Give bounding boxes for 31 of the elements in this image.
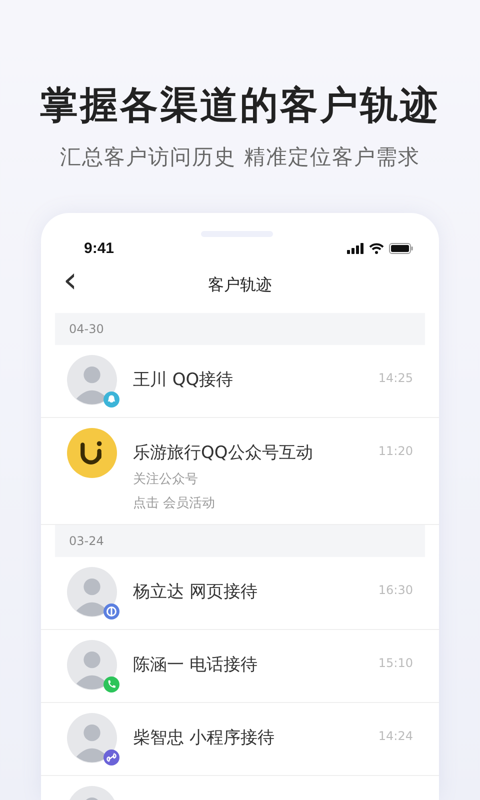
date-header: 04-30: [55, 313, 425, 345]
status-time: 9:41: [84, 240, 114, 256]
avatar-silhouette: [67, 713, 117, 763]
record-time: 11:20: [378, 443, 413, 458]
wifi-icon: [369, 242, 384, 254]
record-title: 王川 QQ接待: [133, 369, 234, 391]
record-title: 乐游旅行QQ公众号互动: [133, 442, 314, 464]
headline: 掌握各渠道的客户轨迹: [40, 82, 440, 129]
record-title: 陈涵一 电话接待: [133, 654, 258, 676]
signal-icon: [347, 242, 364, 254]
record-time: 15:10: [378, 655, 413, 670]
visit-record[interactable]: 王川 QQ接待 14:25: [41, 345, 439, 418]
visit-record[interactable]: 陈涵一 电话接待 15:10: [41, 630, 439, 703]
visit-record[interactable]: 柴智忠 小程序接待 14:24: [41, 703, 439, 776]
record-detail: 关注公众号: [133, 471, 199, 488]
back-button[interactable]: ‹: [59, 263, 82, 299]
record-title: 柴智忠 小程序接待: [133, 727, 276, 749]
avatar-silhouette: [67, 567, 117, 617]
record-detail: 点击 会员活动: [133, 495, 216, 512]
record-title: 杨立达 网页接待: [133, 581, 258, 603]
record-time: 14:25: [378, 370, 413, 385]
record-time: 16:30: [378, 582, 413, 597]
record-time: 14:24: [378, 728, 413, 743]
date-header: 03-24: [55, 525, 425, 557]
page-title: 客户轨迹: [208, 274, 272, 296]
avatar-silhouette: [67, 640, 117, 690]
avatar-silhouette: [67, 355, 117, 405]
subtitle: 汇总客户访问历史 精准定位客户需求: [60, 144, 420, 171]
battery-icon: [389, 242, 413, 254]
visit-record[interactable]: 杨立达 网页接待 16:30: [41, 557, 439, 630]
brand-logo: [67, 428, 117, 478]
